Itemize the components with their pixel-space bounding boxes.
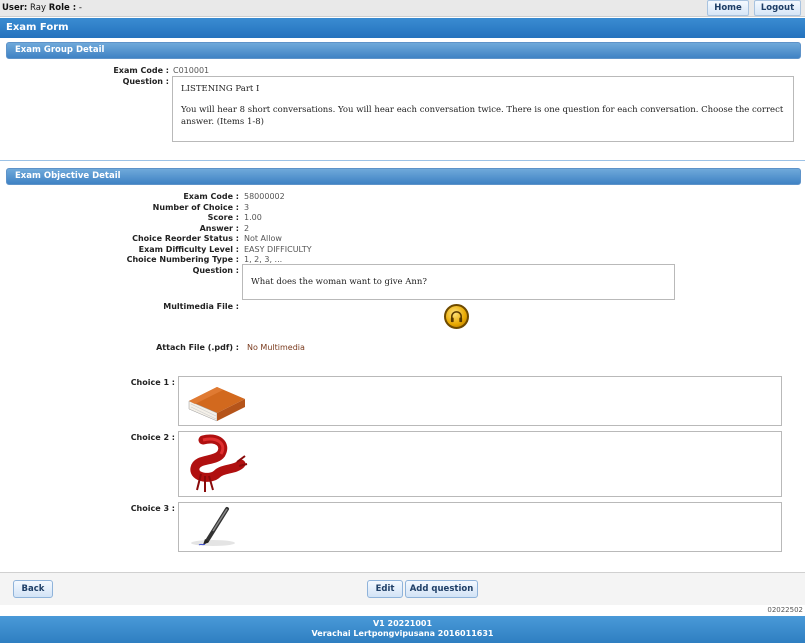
difficulty-level-value: EASY DIFFICULTY [244, 244, 312, 254]
answer-value: 2 [244, 223, 250, 233]
attach-file-value: No Multimedia [247, 343, 305, 352]
difficulty-level-label: Exam Difficulty Level : [138, 244, 239, 254]
scarf-icon [183, 434, 249, 496]
score-label: Score : [207, 213, 239, 222]
user-label: User: [2, 3, 28, 13]
user-name: Ray [30, 3, 46, 13]
group-question-title: LISTENING Part I [181, 84, 260, 94]
choice-reorder-status-label: Choice Reorder Status : [132, 234, 239, 243]
obj-question-box: What does the woman want to give Ann? [242, 264, 675, 300]
group-exam-code-value: C010001 [173, 66, 210, 75]
add-question-button[interactable]: Add question [405, 580, 478, 598]
top-bar: User: Ray Role : - Home Logout [0, 0, 805, 17]
choice-3-label: Choice 3 : [130, 504, 175, 513]
choice-numbering-type-label: Choice Numbering Type : [126, 255, 239, 264]
role-value: - [78, 3, 82, 13]
obj-exam-code-value: 58000002 [244, 192, 285, 201]
headphones-icon[interactable] [444, 304, 469, 329]
home-button[interactable]: Home [707, 0, 749, 16]
back-button[interactable]: Back [13, 580, 53, 598]
attach-file-label: Attach File (.pdf) : [156, 343, 239, 352]
page-code: 02022502 [767, 606, 803, 614]
version-text: V1 20221001 [372, 619, 433, 628]
choice-reorder-status-value: Not Allow [244, 234, 282, 243]
page-title: Exam Form [0, 18, 805, 38]
group-question-box: LISTENING Part I You will hear 8 short c… [172, 76, 794, 142]
logout-button[interactable]: Logout [754, 0, 801, 16]
number-of-choice-value: 3 [244, 202, 250, 212]
obj-question-label: Question : [192, 266, 239, 275]
section-divider [0, 160, 805, 161]
score-value: 1.00 [244, 213, 262, 222]
author-text: Verachai Lertpongvipusana 2016011631 [311, 629, 494, 638]
group-question-label: Question : [122, 77, 169, 86]
group-exam-code-label: Exam Code : [113, 66, 169, 75]
group-question-text: You will hear 8 short conversations. You… [181, 105, 784, 127]
choice-2-label: Choice 2 : [130, 433, 175, 442]
choice-2-box[interactable] [178, 431, 782, 497]
role-label: Role : [48, 3, 77, 13]
multimedia-file-label: Multimedia File : [163, 302, 239, 311]
exam-group-detail-header: Exam Group Detail [6, 42, 801, 59]
choice-1-box[interactable] [178, 376, 782, 426]
choice-1-label: Choice 1 : [130, 378, 175, 387]
pen-icon [183, 505, 249, 551]
obj-exam-code-label: Exam Code : [183, 192, 239, 201]
choice-numbering-type-value: 1, 2, 3, ... [244, 255, 283, 264]
user-info: User: Ray Role : - [2, 3, 82, 13]
bottom-bar: V1 20221001 Verachai Lertpongvipusana 20… [0, 616, 805, 643]
exam-objective-detail-header: Exam Objective Detail [6, 168, 801, 185]
answer-label: Answer : [199, 223, 239, 233]
book-icon [183, 379, 249, 425]
obj-question-text: What does the woman want to give Ann? [251, 277, 427, 287]
choice-3-box[interactable] [178, 502, 782, 552]
edit-button[interactable]: Edit [367, 580, 403, 598]
number-of-choice-label: Number of Choice : [152, 202, 239, 212]
